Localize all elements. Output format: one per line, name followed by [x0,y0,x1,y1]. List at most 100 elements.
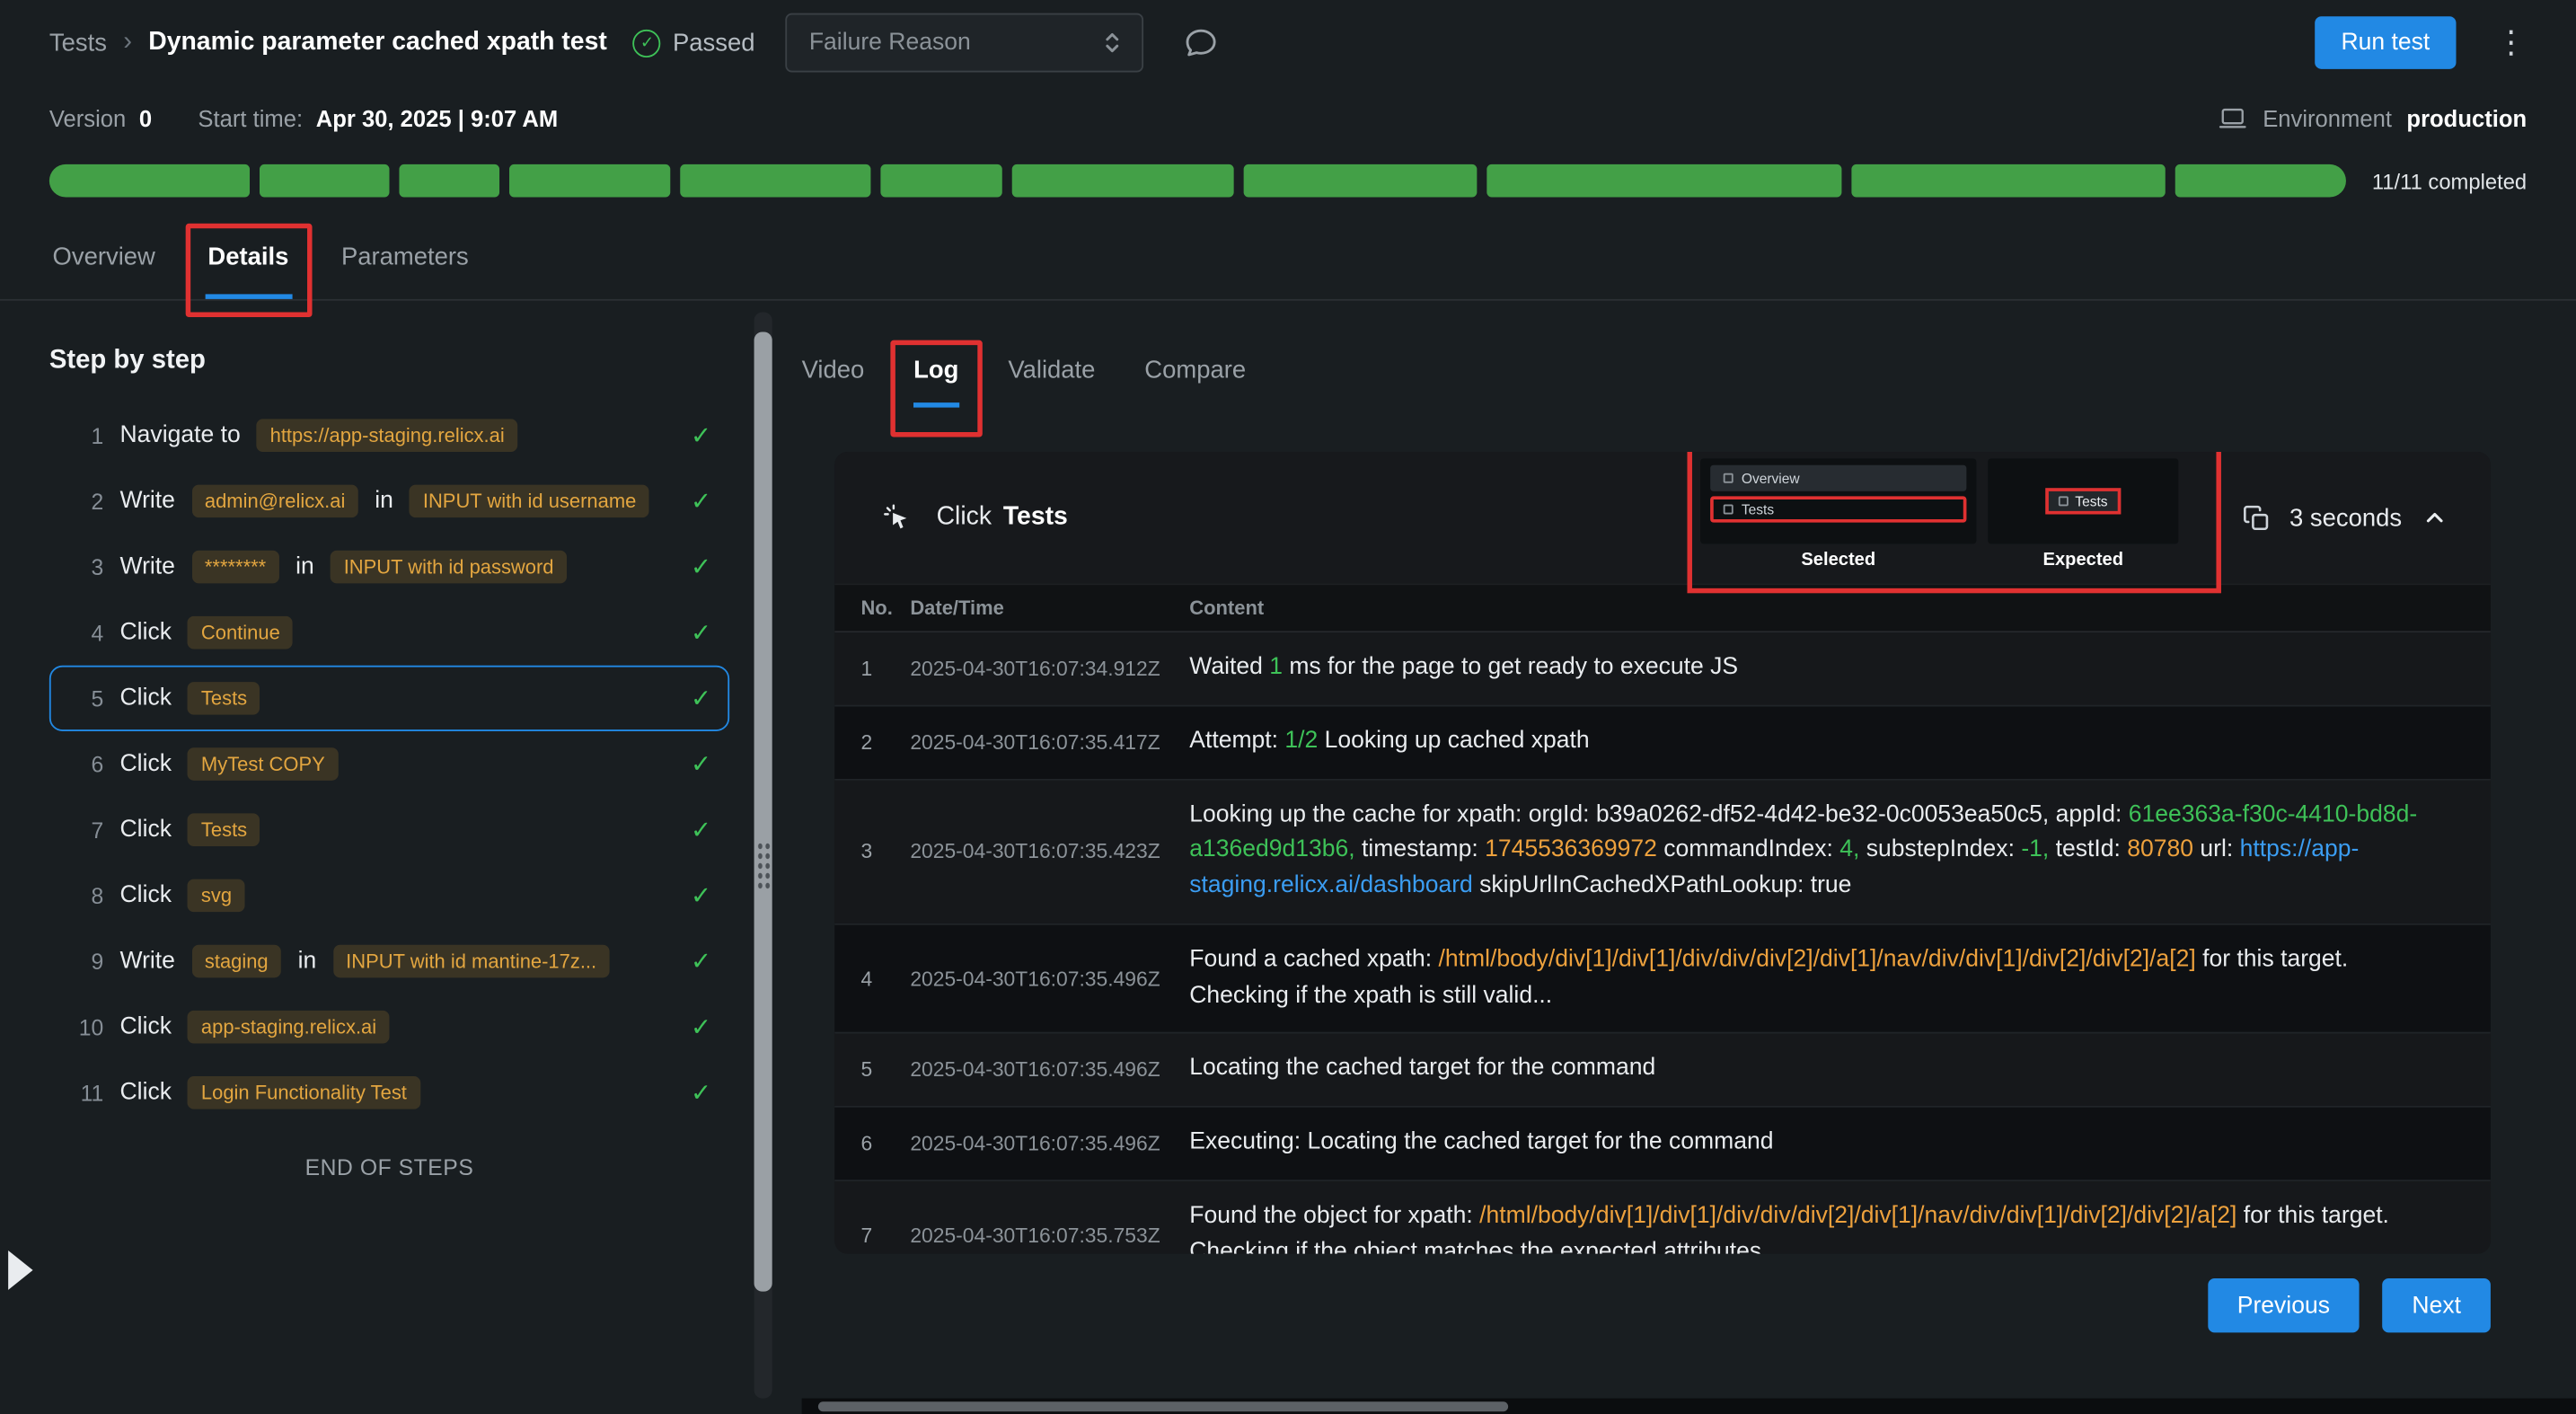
progress-segment-1 [49,164,251,198]
failure-reason-placeholder: Failure Reason [809,30,971,56]
log-text: Looking up the cache for xpath: orgId: b… [1189,801,2128,827]
chevron-up-icon [2422,505,2448,531]
thumb-nav-row: Overview [1710,465,1966,491]
log-text: /html/body/div[1]/div[1]/div/div/div[2]/… [1438,946,2202,972]
step-row-1[interactable]: 1Navigate tohttps://app-staging.relicx.a… [49,402,729,468]
selected-screenshot-thumb[interactable]: OverviewTests Selected [1700,458,1976,581]
next-button[interactable]: Next [2383,1278,2491,1332]
step-target-chip: Login Functionality Test [188,1076,419,1109]
version-value: 0 [139,105,152,131]
log-text: Waited [1189,654,1269,680]
failure-reason-select[interactable]: Failure Reason [784,13,1142,73]
command-target: Tests [1003,503,1068,533]
step-row-9[interactable]: 9WritestaginginINPUT with id mantine-17z… [49,928,729,994]
log-text: -1, [2021,836,2055,862]
log-text: /html/body/div[1]/div[1]/div/div/div[2]/… [1479,1202,2244,1228]
overview-icon [1724,473,1734,483]
panel-resize-grip-icon[interactable] [755,841,770,890]
progress-segment-4 [508,164,670,198]
environment-value: production [2406,105,2527,131]
step-row-2[interactable]: 2Writeadmin@relicx.aiinINPUT with id use… [49,468,729,534]
step-target-chip: MyTest COPY [188,747,338,781]
detail-tabs: Video Log Validate Compare [802,350,1247,408]
log-text: 1 [1269,654,1289,680]
log-row-time: 2025-04-30T16:07:35.417Z [910,730,1189,754]
log-row-number: 4 [834,967,910,990]
log-row-content: Looking up the cache for xpath: orgId: b… [1189,780,2491,924]
tab-compare[interactable]: Compare [1144,350,1246,408]
col-content: Content [1189,597,2491,620]
step-row-10[interactable]: 10Clickapp-staging.relicx.ai✓ [49,994,729,1060]
duration-group: 3 seconds [2242,452,2448,583]
log-row-time: 2025-04-30T16:07:35.423Z [910,840,1189,863]
check-icon: ✓ [691,947,711,977]
previous-button[interactable]: Previous [2208,1278,2360,1332]
start-time-value: Apr 30, 2025 | 9:07 AM [316,105,559,131]
steps-scrollbar[interactable] [754,313,772,1399]
log-text: Found a cached xpath: [1189,946,1438,972]
tab-details[interactable]: Details [205,230,292,299]
comment-button[interactable] [1182,24,1218,60]
flask-icon [2059,496,2069,506]
check-icon: ✓ [691,1078,711,1108]
log-text: Locating the cached target for the comma… [1189,1056,1655,1082]
cursor-click-icon [880,501,913,535]
log-row-content: Found a cached xpath: /html/body/div[1]/… [1189,924,2491,1032]
step-target-chip: Tests [188,813,260,846]
steps-scrollbar-thumb[interactable] [754,331,772,1291]
step-action: Click [120,620,172,646]
expected-screenshot-thumb[interactable]: Tests Expected [1988,458,2178,581]
step-number: 2 [67,489,103,513]
log-rows: 12025-04-30T16:07:34.912ZWaited 1 ms for… [834,632,2491,1253]
progress-segment-9 [1486,164,1843,198]
thumb-nav-label: Overview [1742,470,1800,486]
log-text: 1/2 [1284,728,1324,754]
horizontal-scrollbar[interactable] [802,1399,2576,1414]
step-row-3[interactable]: 3Write********inINPUT with id password✓ [49,534,729,599]
log-row-number: 5 [834,1058,910,1082]
copy-icon [2242,504,2270,532]
step-row-6[interactable]: 6ClickMyTest COPY✓ [49,731,729,797]
steps-list: 1Navigate tohttps://app-staging.relicx.a… [49,402,729,1126]
start-time-label: Start time: [198,105,303,131]
tab-overview[interactable]: Overview [49,230,159,299]
step-row-7[interactable]: 7ClickTests✓ [49,797,729,862]
step-action: Write [120,488,175,514]
tab-parameters[interactable]: Parameters [338,230,472,299]
detail-panel: VideoLogValidateCompare Click Tests Over… [775,301,2576,1414]
copy-button[interactable] [2242,504,2270,532]
step-target-chip: staging [191,945,281,978]
log-row-number: 1 [834,657,910,680]
collapse-button[interactable] [2422,505,2448,531]
tab-log[interactable]: Log [913,350,958,408]
step-action: in [298,948,317,974]
test-run-page: Tests › Dynamic parameter cached xpath t… [0,0,2576,1414]
progress-segment-11 [2175,164,2345,198]
environment-label: Environment [2263,105,2392,131]
step-number: 10 [67,1014,103,1038]
run-test-button[interactable]: Run test [2315,16,2456,69]
progress-track [49,164,2346,198]
log-row-1: 12025-04-30T16:07:34.912ZWaited 1 ms for… [834,632,2491,706]
version-label: Version [49,105,126,131]
log-row-3: 32025-04-30T16:07:35.423ZLooking up the … [834,780,2491,924]
step-row-8[interactable]: 8Clicksvg✓ [49,862,729,928]
tab-validate[interactable]: Validate [1008,350,1095,408]
main-tabs: Overview Details Parameters [0,230,2576,301]
log-table-header: No. Date/Time Content [834,583,2491,632]
log-text: substepIndex: [1866,836,2022,862]
kebab-menu-icon[interactable]: ⋮ [2489,24,2533,62]
progress-segment-10 [1852,164,2166,198]
step-row-5[interactable]: 5ClickTests✓ [49,666,729,731]
log-row-5: 52025-04-30T16:07:35.496ZLocating the ca… [834,1034,2491,1108]
breadcrumb-tests[interactable]: Tests [49,29,107,57]
check-icon: ✓ [691,618,711,648]
step-row-11[interactable]: 11ClickLogin Functionality Test✓ [49,1060,729,1126]
step-target-chip: svg [188,879,244,913]
tab-video[interactable]: Video [802,350,865,408]
step-row-4[interactable]: 4ClickContinue✓ [49,600,729,666]
expand-panel-arrow[interactable] [8,1251,32,1290]
expected-caption: Expected [1988,551,2178,570]
horizontal-scrollbar-thumb[interactable] [818,1401,1508,1411]
step-number: 1 [67,423,103,447]
